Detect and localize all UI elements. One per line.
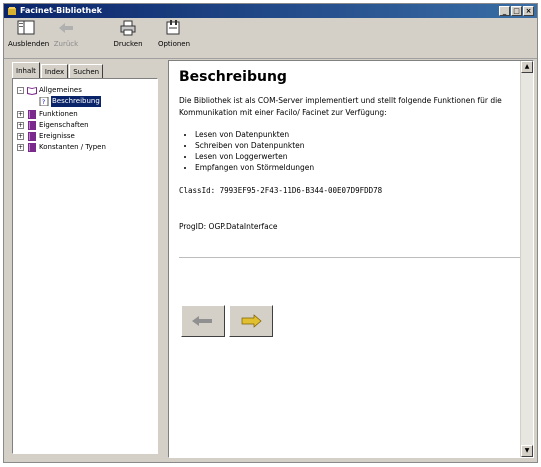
back-arrow-icon [59,23,73,33]
list-item: Schreiben von Datenpunkten [195,140,519,151]
collapse-icon[interactable]: - [17,87,24,94]
next-topic-button[interactable] [229,305,273,337]
vertical-scrollbar[interactable]: ▲ ▼ [520,61,533,457]
content-pane: Beschreibung Die Bibliothek ist als COM-… [168,60,534,458]
prog-id: ProgID: OGP.DataInterface [179,222,278,231]
hide-button-label: Ausblenden [8,40,50,48]
title-bar[interactable]: Facinet-Bibliothek _ □ × [4,4,537,18]
tree-label: Eigenschaften [39,121,89,129]
back-button[interactable]: Zurück [48,20,84,48]
book-icon [28,132,36,141]
window-title: Facinet-Bibliothek [20,6,102,15]
toolbar: Ausblenden Zurück Drucken Optionen [4,18,537,59]
minimize-button[interactable]: _ [499,6,510,16]
help-window: Facinet-Bibliothek _ □ × Ausblenden Zurü… [3,3,538,463]
expand-icon[interactable]: + [17,133,24,140]
close-icon: × [525,7,532,15]
list-item: Lesen von Datenpunkten [195,129,519,140]
expand-icon[interactable]: + [17,144,24,151]
printer-icon [120,20,136,36]
print-button-label: Drucken [113,40,143,48]
svg-text:?: ? [42,99,45,106]
book-icon [28,143,36,152]
minimize-icon: _ [502,7,507,15]
class-id: ClassId: 7993EF95-2F43-11D6-B344-00E07D9… [179,186,383,195]
expand-icon[interactable]: + [17,111,24,118]
back-button-label: Zurück [53,40,79,48]
hide-button[interactable]: Ausblenden [8,20,50,48]
maximize-button[interactable]: □ [511,6,522,16]
topic-intro: Die Bibliothek ist als COM-Server implem… [179,96,502,117]
print-button[interactable]: Drucken [110,20,146,48]
list-item: Empfangen von Störmeldungen [195,162,519,173]
tree-label: Beschreibung [51,96,101,107]
previous-topic-button[interactable] [181,305,225,337]
hide-panel-icon [17,20,35,35]
topic-title: Beschreibung [179,69,287,85]
tree-label: Funktionen [39,110,78,118]
scroll-up-icon[interactable]: ▲ [521,61,533,73]
tree-label: Konstanten / Typen [39,143,106,151]
close-button[interactable]: × [523,6,534,16]
scroll-down-icon[interactable]: ▼ [521,445,533,457]
expand-icon[interactable]: + [17,122,24,129]
topic-content: Beschreibung Die Bibliothek ist als COM-… [179,69,527,258]
help-page-icon: ? [39,97,49,106]
open-book-icon [27,87,37,95]
divider [179,257,527,258]
next-page-icon [241,314,262,328]
contents-tree: - Allgemeines ? Beschreibung + Funktione… [12,78,158,454]
tree-label: Ereignisse [39,132,75,140]
tree-label: Allgemeines [39,86,82,94]
maximize-icon: □ [513,7,520,15]
app-icon [8,7,16,15]
book-icon [28,110,36,119]
previous-page-icon [192,316,212,326]
list-item: Lesen von Loggerwerten [195,151,519,162]
options-button-label: Optionen [157,40,191,48]
nav-tabs: Inhalt Index Suchen [12,62,104,80]
feature-list: Lesen von Datenpunkten Schreiben von Dat… [195,129,519,173]
book-icon [28,121,36,130]
options-button[interactable]: Optionen [156,20,192,48]
options-icon [166,20,180,35]
navigation-pane: Inhalt Index Suchen - Allgemeines ? Besc… [12,62,158,456]
